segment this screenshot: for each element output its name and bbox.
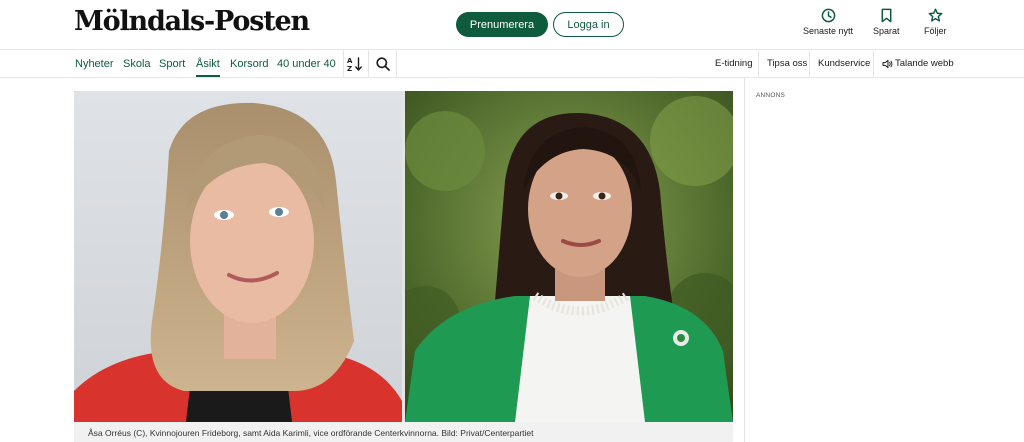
image-caption: Åsa Orréus (C), Kvinnojouren Frideborg, … bbox=[88, 428, 534, 438]
tipsa-oss-link[interactable]: Tipsa oss bbox=[767, 50, 807, 78]
main-nav: Nyheter Skola Sport Åsikt Korsord 40 und… bbox=[0, 50, 1024, 78]
star-icon bbox=[928, 8, 943, 22]
nav-item-nyheter[interactable]: Nyheter bbox=[75, 50, 114, 78]
clock-icon bbox=[821, 8, 835, 23]
nav-divider bbox=[343, 50, 344, 77]
talande-webb-label: Talande webb bbox=[895, 58, 954, 69]
nav-divider bbox=[809, 50, 810, 77]
site-logo[interactable]: Mölndals-Posten bbox=[74, 6, 310, 37]
speaker-icon bbox=[882, 59, 893, 69]
subscribe-button[interactable]: Prenumerera bbox=[456, 12, 548, 37]
latest-news-button[interactable]: Senaste nytt bbox=[803, 8, 853, 36]
search-icon[interactable] bbox=[375, 56, 391, 72]
nav-item-40-under-40[interactable]: 40 under 40 bbox=[277, 50, 336, 78]
following-label: Följer bbox=[924, 26, 947, 36]
talande-webb-link[interactable]: Talande webb bbox=[882, 50, 954, 78]
nav-item-korsord[interactable]: Korsord bbox=[230, 50, 269, 78]
nav-item-asikt[interactable]: Åsikt bbox=[196, 50, 220, 77]
kundservice-link[interactable]: Kundservice bbox=[818, 50, 870, 78]
sidebar-divider bbox=[744, 78, 745, 442]
saved-label: Sparat bbox=[873, 26, 900, 36]
portrait-right-photo bbox=[405, 91, 733, 422]
nav-item-sport[interactable]: Sport bbox=[159, 50, 185, 78]
nav-divider bbox=[368, 50, 369, 77]
image-caption-bar: Åsa Orréus (C), Kvinnojouren Frideborg, … bbox=[74, 422, 733, 442]
e-tidning-link[interactable]: E-tidning bbox=[715, 50, 753, 78]
portrait-left-photo bbox=[74, 91, 402, 422]
bookmark-icon bbox=[881, 8, 892, 23]
svg-text:Z: Z bbox=[347, 65, 352, 72]
nav-divider bbox=[758, 50, 759, 77]
svg-text:A: A bbox=[347, 57, 353, 65]
ad-label: ANNONS bbox=[756, 92, 786, 99]
sort-az-icon[interactable]: A Z bbox=[347, 56, 363, 72]
following-button[interactable]: Följer bbox=[924, 8, 947, 36]
site-header: Mölndals-Posten Prenumerera Logga in Sen… bbox=[0, 0, 1024, 50]
nav-divider bbox=[396, 50, 397, 77]
nav-divider bbox=[873, 50, 874, 77]
nav-item-skola[interactable]: Skola bbox=[123, 50, 151, 78]
latest-news-label: Senaste nytt bbox=[803, 26, 854, 36]
article-hero-image bbox=[74, 91, 733, 422]
saved-button[interactable]: Sparat bbox=[873, 8, 900, 36]
login-button[interactable]: Logga in bbox=[553, 12, 624, 37]
